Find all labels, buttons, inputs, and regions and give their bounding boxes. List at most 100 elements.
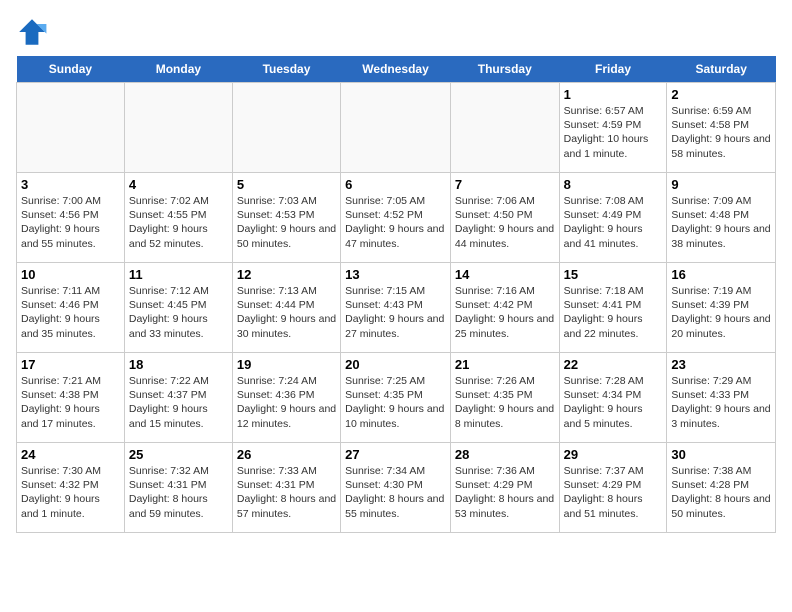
cell-daylight-info: Sunrise: 7:19 AM Sunset: 4:39 PM Dayligh… xyxy=(671,284,771,341)
day-header-thursday: Thursday xyxy=(450,56,559,83)
logo-icon xyxy=(16,16,48,48)
cell-daylight-info: Sunrise: 6:57 AM Sunset: 4:59 PM Dayligh… xyxy=(564,104,663,161)
cell-daylight-info: Sunrise: 7:16 AM Sunset: 4:42 PM Dayligh… xyxy=(455,284,555,341)
cell-daylight-info: Sunrise: 7:36 AM Sunset: 4:29 PM Dayligh… xyxy=(455,464,555,521)
calendar-cell: 14 Sunrise: 7:16 AM Sunset: 4:42 PM Dayli… xyxy=(450,263,559,353)
calendar-cell: 10 Sunrise: 7:11 AM Sunset: 4:46 PM Dayli… xyxy=(17,263,125,353)
calendar-cell: 27 Sunrise: 7:34 AM Sunset: 4:30 PM Dayli… xyxy=(341,443,451,533)
day-number: 30 xyxy=(671,447,771,462)
cell-daylight-info: Sunrise: 7:38 AM Sunset: 4:28 PM Dayligh… xyxy=(671,464,771,521)
cell-daylight-info: Sunrise: 7:32 AM Sunset: 4:31 PM Dayligh… xyxy=(129,464,228,521)
cell-daylight-info: Sunrise: 6:59 AM Sunset: 4:58 PM Dayligh… xyxy=(671,104,771,161)
calendar-cell: 21Sunrise: 7:26 AM Sunset: 4:35 PM Dayli… xyxy=(450,353,559,443)
cell-daylight-info: Sunrise: 7:03 AM Sunset: 4:53 PM Dayligh… xyxy=(237,194,336,251)
calendar-cell: 12 Sunrise: 7:13 AM Sunset: 4:44 PM Dayli… xyxy=(232,263,340,353)
cell-daylight-info: Sunrise: 7:11 AM Sunset: 4:46 PM Dayligh… xyxy=(21,284,120,341)
day-number: 26 xyxy=(237,447,336,462)
day-header-tuesday: Tuesday xyxy=(232,56,340,83)
day-number: 3 xyxy=(21,177,120,192)
calendar-cell: 17 Sunrise: 7:21 AM Sunset: 4:38 PM Dayli… xyxy=(17,353,125,443)
day-number: 14 xyxy=(455,267,555,282)
calendar-cell: 11Sunrise: 7:12 AM Sunset: 4:45 PM Dayli… xyxy=(124,263,232,353)
cell-daylight-info: Sunrise: 7:28 AM Sunset: 4:34 PM Dayligh… xyxy=(564,374,663,431)
logo xyxy=(16,16,52,48)
calendar-cell: 22 Sunrise: 7:28 AM Sunset: 4:34 PM Dayli… xyxy=(559,353,667,443)
day-number: 9 xyxy=(671,177,771,192)
cell-daylight-info: Sunrise: 7:13 AM Sunset: 4:44 PM Dayligh… xyxy=(237,284,336,341)
cell-daylight-info: Sunrise: 7:15 AM Sunset: 4:43 PM Dayligh… xyxy=(345,284,446,341)
day-number: 25 xyxy=(129,447,228,462)
day-number: 20 xyxy=(345,357,446,372)
cell-daylight-info: Sunrise: 7:09 AM Sunset: 4:48 PM Dayligh… xyxy=(671,194,771,251)
calendar-cell: 23 Sunrise: 7:29 AM Sunset: 4:33 PM Dayli… xyxy=(667,353,776,443)
day-number: 13 xyxy=(345,267,446,282)
calendar-cell: 24 Sunrise: 7:30 AM Sunset: 4:32 PM Dayli… xyxy=(17,443,125,533)
calendar-cell: 26 Sunrise: 7:33 AM Sunset: 4:31 PM Dayli… xyxy=(232,443,340,533)
day-number: 12 xyxy=(237,267,336,282)
cell-daylight-info: Sunrise: 7:22 AM Sunset: 4:37 PM Dayligh… xyxy=(129,374,228,431)
calendar-cell: 28 Sunrise: 7:36 AM Sunset: 4:29 PM Dayli… xyxy=(450,443,559,533)
day-number: 4 xyxy=(129,177,228,192)
cell-daylight-info: Sunrise: 7:21 AM Sunset: 4:38 PM Dayligh… xyxy=(21,374,120,431)
cell-daylight-info: Sunrise: 7:24 AM Sunset: 4:36 PM Dayligh… xyxy=(237,374,336,431)
calendar-cell xyxy=(450,83,559,173)
day-number: 28 xyxy=(455,447,555,462)
cell-daylight-info: Sunrise: 7:05 AM Sunset: 4:52 PM Dayligh… xyxy=(345,194,446,251)
calendar-cell: 2 Sunrise: 6:59 AM Sunset: 4:58 PM Daylig… xyxy=(667,83,776,173)
week-row-5: 24 Sunrise: 7:30 AM Sunset: 4:32 PM Dayli… xyxy=(17,443,776,533)
calendar-cell: 9 Sunrise: 7:09 AM Sunset: 4:48 PM Daylig… xyxy=(667,173,776,263)
calendar-cell: 30 Sunrise: 7:38 AM Sunset: 4:28 PM Dayli… xyxy=(667,443,776,533)
calendar-cell: 8Sunrise: 7:08 AM Sunset: 4:49 PM Daylig… xyxy=(559,173,667,263)
calendar-cell: 18Sunrise: 7:22 AM Sunset: 4:37 PM Dayli… xyxy=(124,353,232,443)
calendar-cell: 1Sunrise: 6:57 AM Sunset: 4:59 PM Daylig… xyxy=(559,83,667,173)
calendar-cell xyxy=(341,83,451,173)
calendar-cell: 3 Sunrise: 7:00 AM Sunset: 4:56 PM Daylig… xyxy=(17,173,125,263)
day-number: 24 xyxy=(21,447,120,462)
day-number: 21 xyxy=(455,357,555,372)
calendar-cell: 16 Sunrise: 7:19 AM Sunset: 4:39 PM Dayli… xyxy=(667,263,776,353)
day-number: 7 xyxy=(455,177,555,192)
day-number: 23 xyxy=(671,357,771,372)
calendar-cell: 5 Sunrise: 7:03 AM Sunset: 4:53 PM Daylig… xyxy=(232,173,340,263)
day-number: 27 xyxy=(345,447,446,462)
cell-daylight-info: Sunrise: 7:08 AM Sunset: 4:49 PM Dayligh… xyxy=(564,194,663,251)
day-number: 22 xyxy=(564,357,663,372)
calendar-cell xyxy=(17,83,125,173)
calendar-table: SundayMondayTuesdayWednesdayThursdayFrid… xyxy=(16,56,776,533)
cell-daylight-info: Sunrise: 7:34 AM Sunset: 4:30 PM Dayligh… xyxy=(345,464,446,521)
calendar-cell: 20 Sunrise: 7:25 AM Sunset: 4:35 PM Dayli… xyxy=(341,353,451,443)
calendar-cell: 25 Sunrise: 7:32 AM Sunset: 4:31 PM Dayli… xyxy=(124,443,232,533)
week-row-1: 1Sunrise: 6:57 AM Sunset: 4:59 PM Daylig… xyxy=(17,83,776,173)
day-header-wednesday: Wednesday xyxy=(341,56,451,83)
cell-daylight-info: Sunrise: 7:18 AM Sunset: 4:41 PM Dayligh… xyxy=(564,284,663,341)
day-header-friday: Friday xyxy=(559,56,667,83)
calendar-cell xyxy=(124,83,232,173)
day-number: 11 xyxy=(129,267,228,282)
page-header xyxy=(16,16,776,48)
day-number: 19 xyxy=(237,357,336,372)
day-number: 10 xyxy=(21,267,120,282)
calendar-cell: 19 Sunrise: 7:24 AM Sunset: 4:36 PM Dayli… xyxy=(232,353,340,443)
cell-daylight-info: Sunrise: 7:25 AM Sunset: 4:35 PM Dayligh… xyxy=(345,374,446,431)
day-number: 16 xyxy=(671,267,771,282)
week-row-2: 3 Sunrise: 7:00 AM Sunset: 4:56 PM Daylig… xyxy=(17,173,776,263)
cell-daylight-info: Sunrise: 7:00 AM Sunset: 4:56 PM Dayligh… xyxy=(21,194,120,251)
day-number: 5 xyxy=(237,177,336,192)
day-number: 15 xyxy=(564,267,663,282)
calendar-cell: 29 Sunrise: 7:37 AM Sunset: 4:29 PM Dayli… xyxy=(559,443,667,533)
day-number: 17 xyxy=(21,357,120,372)
cell-daylight-info: Sunrise: 7:30 AM Sunset: 4:32 PM Dayligh… xyxy=(21,464,120,521)
day-number: 29 xyxy=(564,447,663,462)
week-row-3: 10 Sunrise: 7:11 AM Sunset: 4:46 PM Dayli… xyxy=(17,263,776,353)
day-number: 6 xyxy=(345,177,446,192)
week-row-4: 17 Sunrise: 7:21 AM Sunset: 4:38 PM Dayli… xyxy=(17,353,776,443)
day-header-saturday: Saturday xyxy=(667,56,776,83)
cell-daylight-info: Sunrise: 7:37 AM Sunset: 4:29 PM Dayligh… xyxy=(564,464,663,521)
header-row: SundayMondayTuesdayWednesdayThursdayFrid… xyxy=(17,56,776,83)
calendar-cell xyxy=(232,83,340,173)
cell-daylight-info: Sunrise: 7:29 AM Sunset: 4:33 PM Dayligh… xyxy=(671,374,771,431)
day-number: 2 xyxy=(671,87,771,102)
calendar-cell: 6 Sunrise: 7:05 AM Sunset: 4:52 PM Daylig… xyxy=(341,173,451,263)
cell-daylight-info: Sunrise: 7:33 AM Sunset: 4:31 PM Dayligh… xyxy=(237,464,336,521)
calendar-cell: 7Sunrise: 7:06 AM Sunset: 4:50 PM Daylig… xyxy=(450,173,559,263)
